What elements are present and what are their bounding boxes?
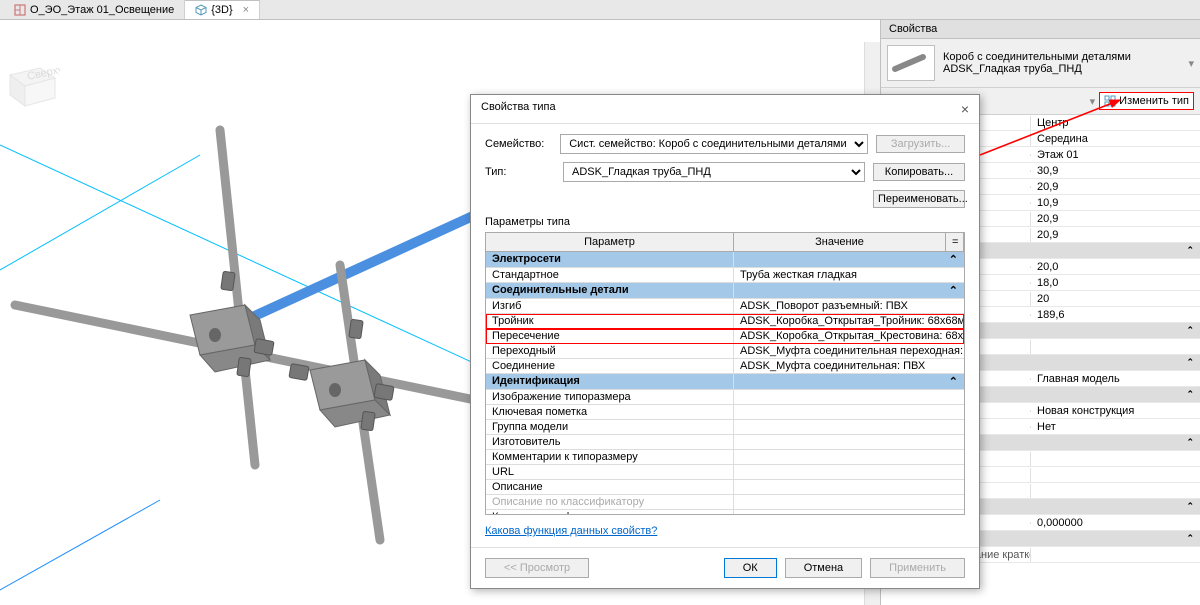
floorplan-icon [14,4,26,16]
param-row[interactable]: Описание по классификатору [486,495,964,510]
type-thumbnail [887,45,935,81]
tab-3d[interactable]: {3D} × [185,0,260,19]
param-group[interactable]: Электросети⌃ [486,252,964,268]
ok-button[interactable]: ОК [724,558,777,578]
cube-icon [195,4,207,16]
type-label: Тип: [485,166,555,178]
param-group[interactable]: Соединительные детали⌃ [486,283,964,299]
edit-type-icon [1104,95,1116,107]
param-row[interactable]: Описание [486,480,964,495]
param-table: Параметр Значение = Электросети⌃Стандарт… [485,232,965,515]
param-row[interactable]: ПереходныйADSK_Муфта соединительная пере… [486,344,964,359]
params-section-label: Параметры типа [485,216,965,228]
panel-title: Свойства [881,20,1200,39]
param-row[interactable]: СтандартноеТруба жесткая гладкая [486,268,964,283]
type-name: ADSK_Гладкая труба_ПНД [943,63,1180,75]
tab-label: {3D} [211,4,232,16]
param-group[interactable]: Идентификация⌃ [486,374,964,390]
help-link[interactable]: Какова функция данных свойств? [485,525,657,537]
type-family: Короб с соединительными деталями [943,51,1180,63]
param-row[interactable]: Комментарии к типоразмеру [486,450,964,465]
view-tabs: О_ЭО_Этаж 01_Освещение {3D} × [0,0,1200,20]
param-row[interactable]: Группа модели [486,420,964,435]
viewcube[interactable]: Сверху [0,60,60,110]
param-row[interactable]: Ключевая пометка [486,405,964,420]
copy-button[interactable]: Копировать... [873,163,965,181]
param-row[interactable]: ПересечениеADSK_Коробка_Открытая_Крестов… [486,329,964,344]
pipe-selected [235,210,479,325]
param-row[interactable]: СоединениеADSK_Муфта соединительная: ПВХ [486,359,964,374]
load-button[interactable]: Загрузить... [876,135,965,153]
family-select[interactable]: Сист. семейство: Короб с соединительными… [560,134,868,154]
dropdown-icon[interactable]: ▾ [1090,95,1096,108]
param-row[interactable]: ТройникADSK_Коробка_Открытая_Тройник: 68… [486,314,964,329]
cancel-button[interactable]: Отмена [785,558,862,578]
preview-button[interactable]: << Просмотр [485,558,589,578]
dropdown-icon[interactable]: ▾ [1188,57,1194,70]
param-row[interactable]: Изображение типоразмера [486,390,964,405]
col-param: Параметр [486,233,734,251]
param-row[interactable]: URL [486,465,964,480]
edit-type-button[interactable]: Изменить тип [1099,92,1194,110]
tab-floorplan[interactable]: О_ЭО_Этаж 01_Освещение [4,0,185,19]
dialog-title: Свойства типа [481,101,556,117]
param-row[interactable]: Код по классификатору [486,510,964,514]
apply-button[interactable]: Применить [870,558,965,578]
tab-label: О_ЭО_Этаж 01_Освещение [30,4,174,16]
type-properties-dialog: Свойства типа × Семейство: Сист. семейст… [470,94,980,589]
type-selector[interactable]: Короб с соединительными деталями ADSK_Гл… [881,39,1200,88]
type-select[interactable]: ADSK_Гладкая труба_ПНД [563,162,865,182]
param-row[interactable]: ИзгибADSK_Поворот разъемный: ПВХ [486,299,964,314]
col-eq: = [946,233,964,251]
rename-button[interactable]: Переименовать... [873,190,965,208]
family-label: Семейство: [485,138,552,150]
param-row[interactable]: Изготовитель [486,435,964,450]
col-value: Значение [734,233,946,251]
close-icon[interactable]: × [961,101,969,117]
close-icon[interactable]: × [243,4,249,16]
